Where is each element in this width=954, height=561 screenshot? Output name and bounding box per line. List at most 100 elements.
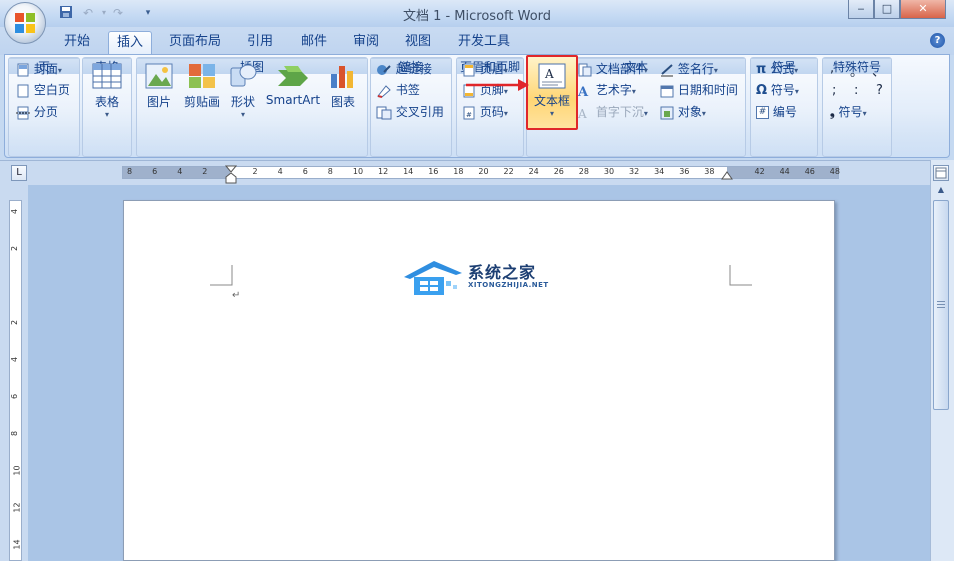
cover-page-icon bbox=[17, 63, 29, 76]
wordart-icon: A bbox=[578, 85, 589, 98]
date-time-button[interactable]: 日期和时间 bbox=[660, 81, 738, 99]
tab-review[interactable]: 审阅 bbox=[346, 31, 386, 55]
ruler-tick-label: 4 bbox=[277, 167, 283, 176]
save-icon[interactable] bbox=[58, 5, 74, 21]
equation-button[interactable]: π 公式▾ bbox=[756, 60, 798, 78]
tab-references[interactable]: 引用 bbox=[240, 31, 280, 55]
table-button[interactable]: 表格 ▾ bbox=[84, 62, 130, 119]
blank-page-icon bbox=[17, 84, 29, 97]
object-icon bbox=[660, 106, 674, 119]
ruler-tick-label: 6 bbox=[152, 167, 158, 176]
vertical-ruler-tick-label: 4 bbox=[10, 356, 20, 363]
header-icon bbox=[463, 63, 475, 76]
redo-icon[interactable]: ↷ bbox=[110, 5, 126, 21]
header-button[interactable]: 页眉▾ bbox=[462, 60, 508, 78]
drop-cap-icon: A bbox=[578, 107, 587, 120]
minimize-button[interactable]: ‒ bbox=[848, 0, 874, 19]
special-char-colon[interactable]: : bbox=[854, 83, 858, 98]
margin-corner-top-right bbox=[729, 265, 752, 286]
ruler-tick-label: 34 bbox=[654, 167, 665, 176]
undo-icon[interactable]: ↶ bbox=[80, 5, 96, 21]
watermark-cn-text: 系统之家 bbox=[468, 263, 537, 282]
ruler-tick-label: 4 bbox=[177, 167, 183, 176]
vertical-ruler[interactable]: 4 2 2 4 6 8 10 12 14 bbox=[9, 200, 22, 561]
help-icon[interactable]: ? bbox=[930, 33, 945, 48]
vertical-ruler-tick-label: 14 bbox=[12, 539, 22, 550]
page-break-button[interactable]: 分页 bbox=[16, 103, 58, 121]
svg-text:#: # bbox=[466, 111, 472, 119]
cover-page-button[interactable]: 封面▾ bbox=[16, 60, 62, 78]
hyperlink-button[interactable]: 超链接 bbox=[376, 60, 432, 78]
quick-parts-button[interactable]: 文档部件▾ bbox=[578, 60, 648, 78]
indent-marker-icon[interactable] bbox=[225, 165, 237, 185]
page-break-icon bbox=[16, 106, 30, 119]
shapes-button[interactable]: 形状 ▾ bbox=[226, 62, 260, 119]
symbol-dot-icon: ❟ bbox=[830, 105, 835, 119]
tab-view[interactable]: 视图 bbox=[398, 31, 438, 55]
wordart-button[interactable]: A 艺术字▾ bbox=[578, 81, 636, 99]
symbol-button[interactable]: Ω 符号▾ bbox=[756, 81, 799, 99]
smartart-icon bbox=[278, 66, 308, 86]
vertical-ruler-tick-label: 12 bbox=[12, 502, 22, 513]
scroll-up-icon[interactable]: ▲ bbox=[934, 185, 948, 197]
special-char-period[interactable]: 。 bbox=[850, 61, 863, 80]
tab-developer[interactable]: 开发工具 bbox=[452, 31, 516, 55]
special-char-comma[interactable]: , bbox=[830, 61, 834, 76]
ruler-tick-label: 8 bbox=[127, 167, 133, 176]
ruler-tick-label: 42 bbox=[754, 167, 765, 176]
object-button[interactable]: 对象▾ bbox=[660, 103, 706, 121]
document-page[interactable]: ↵ 系统之家 XITONGZHIJIA.NET bbox=[123, 200, 835, 561]
drop-cap-button[interactable]: A 首字下沉▾ bbox=[578, 103, 648, 121]
watermark-logo: 系统之家 XITONGZHIJIA.NET bbox=[400, 257, 550, 305]
page-number-button[interactable]: # 页码▾ bbox=[462, 103, 508, 121]
ruler-tick-label: 2 bbox=[252, 167, 258, 176]
ruler-tick-label: 10 bbox=[352, 167, 364, 176]
blank-page-button[interactable]: 空白页 bbox=[16, 81, 70, 99]
ruler-tick-label: 18 bbox=[453, 167, 464, 176]
special-char-semicolon[interactable]: ; bbox=[832, 83, 836, 98]
page-number-icon: # bbox=[463, 106, 475, 119]
hyperlink-icon bbox=[377, 64, 391, 75]
special-char-enum-comma[interactable]: 、 bbox=[872, 61, 885, 80]
watermark-en-text: XITONGZHIJIA.NET bbox=[468, 281, 549, 289]
tab-home[interactable]: 开始 bbox=[58, 31, 96, 55]
tab-page-layout[interactable]: 页面布局 bbox=[164, 31, 226, 55]
textbox-icon: A bbox=[538, 63, 566, 89]
customize-quick-access-icon[interactable]: ▾ bbox=[140, 5, 156, 21]
bookmark-button[interactable]: 书签 bbox=[376, 81, 420, 99]
special-char-question[interactable]: ? bbox=[876, 83, 883, 98]
ruler-tick-label: 2 bbox=[202, 167, 208, 176]
margin-corner-top-left bbox=[210, 265, 233, 286]
clipart-button[interactable]: 剪贴画 bbox=[180, 62, 224, 110]
right-indent-marker-icon[interactable] bbox=[721, 170, 733, 180]
tab-insert[interactable]: 插入 bbox=[108, 31, 152, 55]
numbering-icon: # bbox=[756, 106, 769, 119]
chart-icon bbox=[331, 66, 353, 88]
view-ruler-button[interactable] bbox=[933, 165, 949, 181]
tab-stop-selector[interactable]: L bbox=[11, 165, 27, 181]
maximize-button[interactable]: □ bbox=[874, 0, 900, 19]
picture-button[interactable]: 图片 bbox=[142, 62, 176, 110]
svg-text:A: A bbox=[578, 85, 589, 98]
ruler-tick-label: 26 bbox=[553, 167, 564, 176]
smartart-button[interactable]: SmartArt bbox=[264, 62, 322, 107]
special-symbol-button[interactable]: ❟ 符号▾ bbox=[830, 103, 867, 121]
ruler-tick-label: 16 bbox=[428, 167, 439, 176]
ruler-tick-label: 36 bbox=[679, 167, 690, 176]
close-button[interactable]: ✕ bbox=[900, 0, 946, 19]
ruler-tick-label: 20 bbox=[478, 167, 489, 176]
red-pointer-arrow-icon bbox=[466, 79, 529, 91]
tab-mailings[interactable]: 邮件 bbox=[294, 31, 334, 55]
signature-line-button[interactable]: 签名行▾ bbox=[660, 60, 718, 78]
office-logo-icon bbox=[15, 13, 35, 33]
ruler-tick-label: 48 bbox=[829, 167, 840, 176]
office-button[interactable] bbox=[4, 2, 46, 44]
pi-icon: π bbox=[756, 62, 767, 77]
numbering-button[interactable]: # 编号 bbox=[756, 103, 797, 121]
scrollbar-thumb[interactable] bbox=[933, 200, 949, 410]
bookmark-icon bbox=[377, 84, 391, 98]
chart-button[interactable]: 图表 bbox=[326, 62, 360, 110]
textbox-button[interactable]: A 文本框 ▾ bbox=[526, 55, 578, 130]
cross-reference-button[interactable]: 交叉引用 bbox=[376, 103, 444, 121]
ruler-tick-label: 14 bbox=[403, 167, 414, 176]
